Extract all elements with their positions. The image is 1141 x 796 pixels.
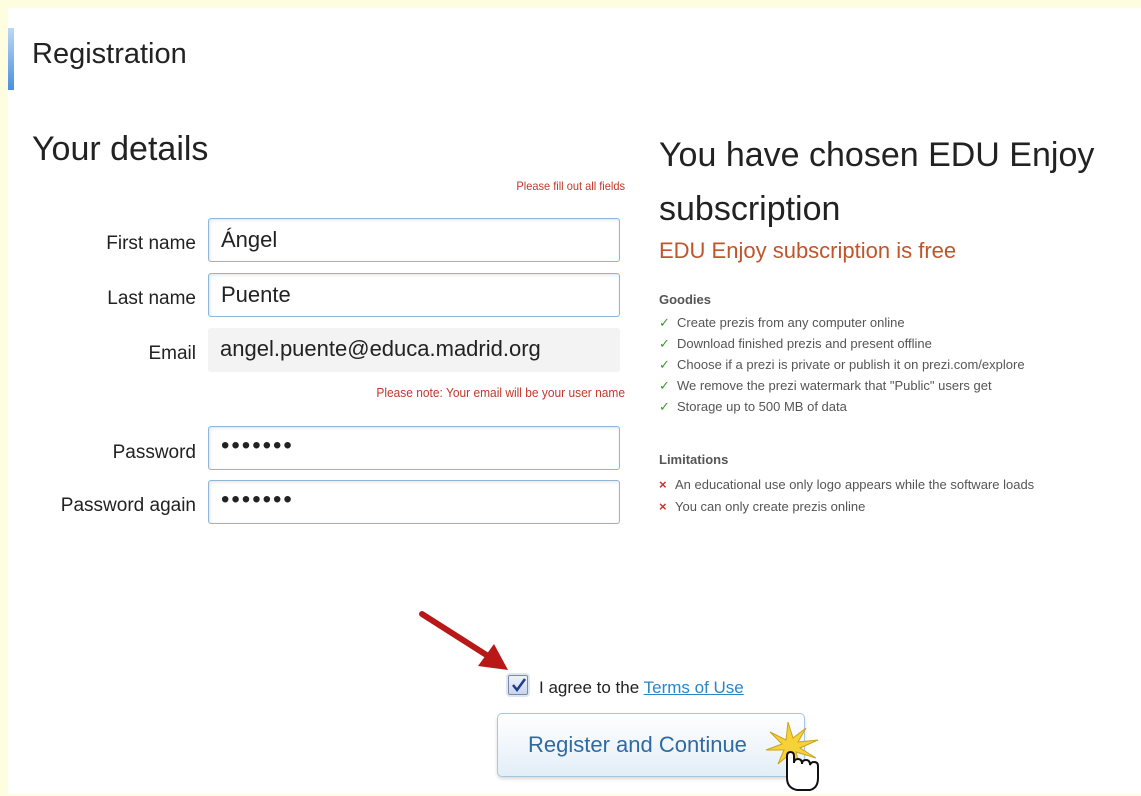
agree-terms-text: I agree to the Terms of Use: [539, 678, 744, 697]
check-icon: ✓: [659, 315, 670, 330]
check-icon: ✓: [659, 399, 670, 414]
goodie-item: ✓ Storage up to 500 MB of data: [659, 399, 847, 414]
check-icon: ✓: [659, 357, 670, 372]
email-field: angel.puente@educa.madrid.org: [208, 328, 620, 372]
title-accent-bar: [8, 28, 14, 90]
registration-panel: Registration Your details Please fill ou…: [8, 8, 1141, 794]
goodie-item: ✓ Choose if a prezi is private or publish…: [659, 357, 1025, 372]
agree-terms-checkbox[interactable]: [508, 675, 528, 695]
checkbox-check-icon: [512, 678, 527, 693]
limitation-item: × An educational use only logo appears wh…: [659, 477, 1035, 492]
details-heading: Your details: [32, 130, 209, 168]
cross-icon: ×: [659, 477, 667, 492]
password-field[interactable]: •••••••: [208, 426, 620, 470]
first-name-label: First name: [106, 233, 196, 254]
limitation-item: × You can only create prezis online: [659, 499, 866, 514]
red-arrow-icon: [419, 611, 508, 670]
goodie-item: ✓ We remove the prezi watermark that "Pub…: [659, 378, 992, 393]
hand-cursor-icon: [765, 721, 819, 791]
password-label: Password: [112, 442, 196, 463]
plan-price-note: EDU Enjoy subscription is free: [659, 238, 957, 263]
check-icon: ✓: [659, 336, 670, 351]
last-name-field[interactable]: Puente: [208, 273, 620, 317]
goodie-item: ✓ Create prezis from any computer online: [659, 315, 905, 330]
page-title: Registration: [32, 38, 187, 70]
check-icon: ✓: [659, 378, 670, 393]
register-continue-button[interactable]: Register and Continue: [497, 713, 805, 777]
limitations-heading: Limitations: [659, 452, 729, 467]
fill-all-fields-note: Please fill out all fields: [516, 179, 625, 193]
first-name-field[interactable]: Ángel: [208, 218, 620, 262]
cross-icon: ×: [659, 499, 667, 514]
password-again-label: Password again: [60, 495, 196, 516]
goodies-heading: Goodies: [659, 292, 712, 307]
email-username-note: Please note: Your email will be your use…: [376, 385, 625, 400]
goodie-item: ✓ Download finished prezis and present of…: [659, 336, 932, 351]
plan-heading: You have chosen EDU Enjoy subscription: [659, 136, 1095, 228]
email-label: Email: [148, 343, 196, 364]
last-name-label: Last name: [107, 288, 196, 309]
password-again-field[interactable]: •••••••: [208, 480, 620, 524]
terms-of-use-link[interactable]: Terms of Use: [644, 678, 744, 697]
